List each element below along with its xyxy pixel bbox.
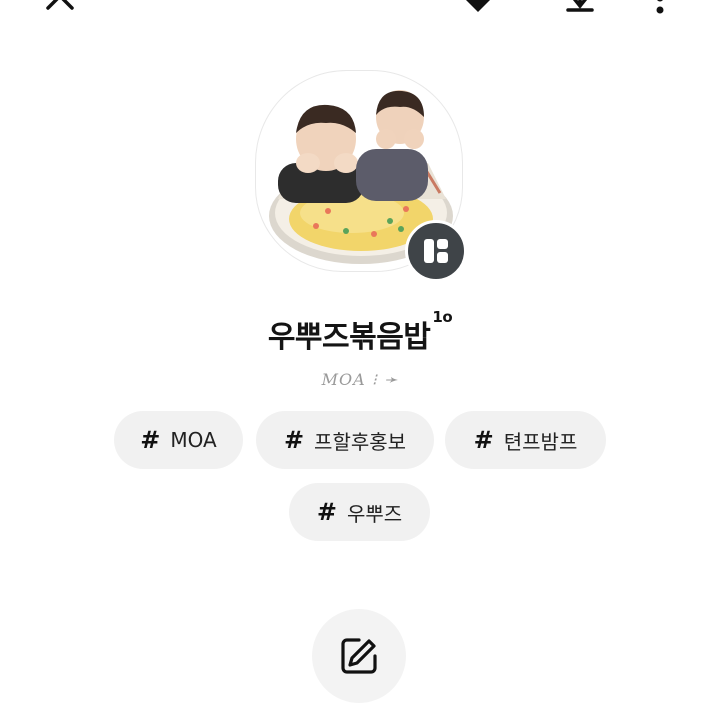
tag-label: 텬프밤프 <box>503 429 578 454</box>
heart-icon[interactable] <box>458 0 498 18</box>
app-badge[interactable] <box>405 220 467 282</box>
hash-icon: # <box>283 426 305 454</box>
close-icon[interactable] <box>42 0 78 18</box>
title-text: 우뿌즈볶음밥 <box>267 320 431 355</box>
page-title: 우뿌즈볶음밥1o <box>0 308 720 356</box>
tag-label: 프할후홍보 <box>314 429 407 454</box>
subtitle: MOA ⁝ ➛ <box>321 370 399 389</box>
edit-button[interactable] <box>312 609 406 703</box>
edit-icon <box>341 638 377 674</box>
tag-tenpu[interactable]: # 텬프밤프 <box>445 411 606 469</box>
title-superscript: 1o <box>432 308 453 326</box>
hash-icon: # <box>140 426 161 454</box>
grid-icon <box>424 239 448 263</box>
hash-icon: # <box>316 498 337 526</box>
tag-promo[interactable]: # 프할후홍보 <box>256 411 434 469</box>
hash-icon: # <box>473 426 494 454</box>
tag-label: 우뿌즈 <box>346 501 403 526</box>
tag-upuz[interactable]: # 우뿌즈 <box>289 483 430 541</box>
top-bar <box>0 0 720 20</box>
share-icon[interactable] <box>560 0 600 18</box>
tag-moa[interactable]: # MOA <box>114 411 243 469</box>
more-icon[interactable] <box>650 0 670 18</box>
tag-label: MOA <box>170 428 217 452</box>
profile-image-wrap <box>255 70 467 282</box>
